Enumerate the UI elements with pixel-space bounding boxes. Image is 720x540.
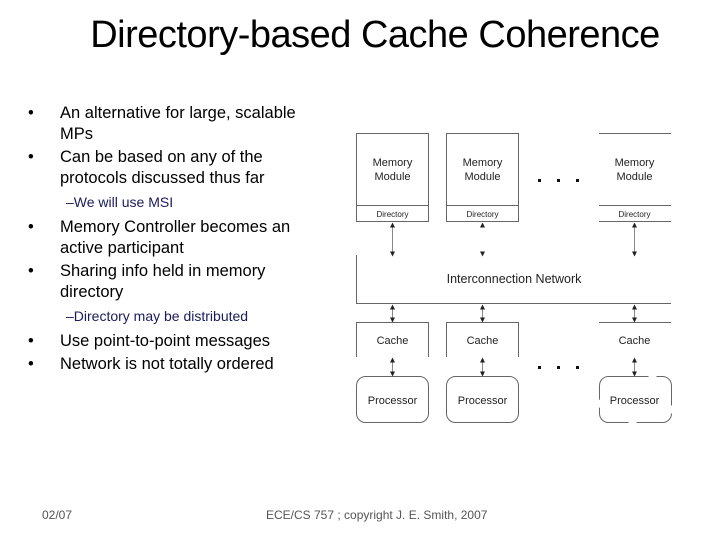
processor-label-1: Processor: [368, 395, 418, 407]
bullet-line: protocols discussed thus far: [60, 169, 265, 187]
bullet-line: An alternative for large, scalable: [60, 104, 296, 122]
cache-label-3: Cache: [619, 335, 651, 347]
memory-module-2: [446, 133, 519, 222]
cache-label-1: Cache: [377, 335, 409, 347]
memory-label-3a: Memory: [615, 157, 655, 169]
bullet-list: • An alternative for large, scalable MPs…: [28, 103, 328, 375]
bullet-item: • Use point-to-point messages: [28, 331, 328, 352]
bullet-icon: •: [28, 104, 34, 122]
bullet-line: Network is not totally ordered: [60, 355, 274, 373]
memory-label-2b: Module: [464, 171, 500, 183]
bullet-icon: •: [28, 262, 34, 280]
processor-label-3: Processor: [610, 395, 660, 407]
memory-label-2a: Memory: [463, 157, 503, 169]
bullet-item: • Sharing info held in memory directory: [28, 261, 328, 303]
bullet-line: directory: [60, 283, 124, 301]
cache-box-1: [356, 322, 429, 357]
memory-label-1b: Module: [374, 171, 410, 183]
bullet-line: Use point-to-point messages: [60, 332, 271, 350]
bullet-line: Sharing info held in memory: [60, 262, 266, 280]
footer-date: 02/07: [42, 508, 73, 522]
directory-label-3: Directory: [618, 210, 650, 219]
bullet-icon: •: [28, 332, 34, 350]
bullet-item: • Network is not totally ordered: [28, 354, 328, 375]
sub-bullet: –Directory may be distributed: [66, 308, 249, 324]
bullet-icon: •: [28, 355, 34, 373]
footer-copyright: ECE/CS 757 ; copyright J. E. Smith, 2007: [266, 508, 488, 522]
bullet-icon: •: [28, 148, 34, 166]
processor-label-2: Processor: [458, 395, 508, 407]
sub-bullet: –We will use MSI: [66, 194, 174, 210]
bullet-item: • Memory Controller becomes an active pa…: [28, 217, 328, 259]
cache-box-2: [446, 322, 519, 357]
bullet-item: • Can be based on any of the protocols d…: [28, 147, 328, 189]
ellipsis-bottom: [538, 366, 579, 369]
memory-module-1: [356, 133, 429, 222]
processor-box-3: [599, 376, 672, 423]
processor-box-1: [356, 376, 429, 423]
network-label: Interconnection Network: [447, 272, 583, 286]
processor-box-2: [446, 376, 519, 423]
bullet-line: Memory Controller becomes an: [60, 218, 291, 236]
bullet-line: active participant: [60, 239, 184, 257]
interconnection-network-box: [356, 255, 671, 304]
ellipsis-top: [538, 179, 579, 182]
bullet-line: Can be based on any of the: [60, 148, 263, 166]
memory-label-1a: Memory: [373, 157, 413, 169]
memory-label-3b: Module: [616, 171, 652, 183]
bullet-line: MPs: [60, 125, 93, 143]
directory-label-1: Directory: [376, 210, 408, 219]
cache-label-2: Cache: [467, 335, 499, 347]
slide-title: Directory-based Cache Coherence: [90, 14, 660, 56]
bullet-item: • An alternative for large, scalable MPs: [28, 103, 328, 145]
directory-label-2: Directory: [466, 210, 498, 219]
memory-module-3: [599, 133, 671, 222]
bullet-icon: •: [28, 218, 34, 236]
